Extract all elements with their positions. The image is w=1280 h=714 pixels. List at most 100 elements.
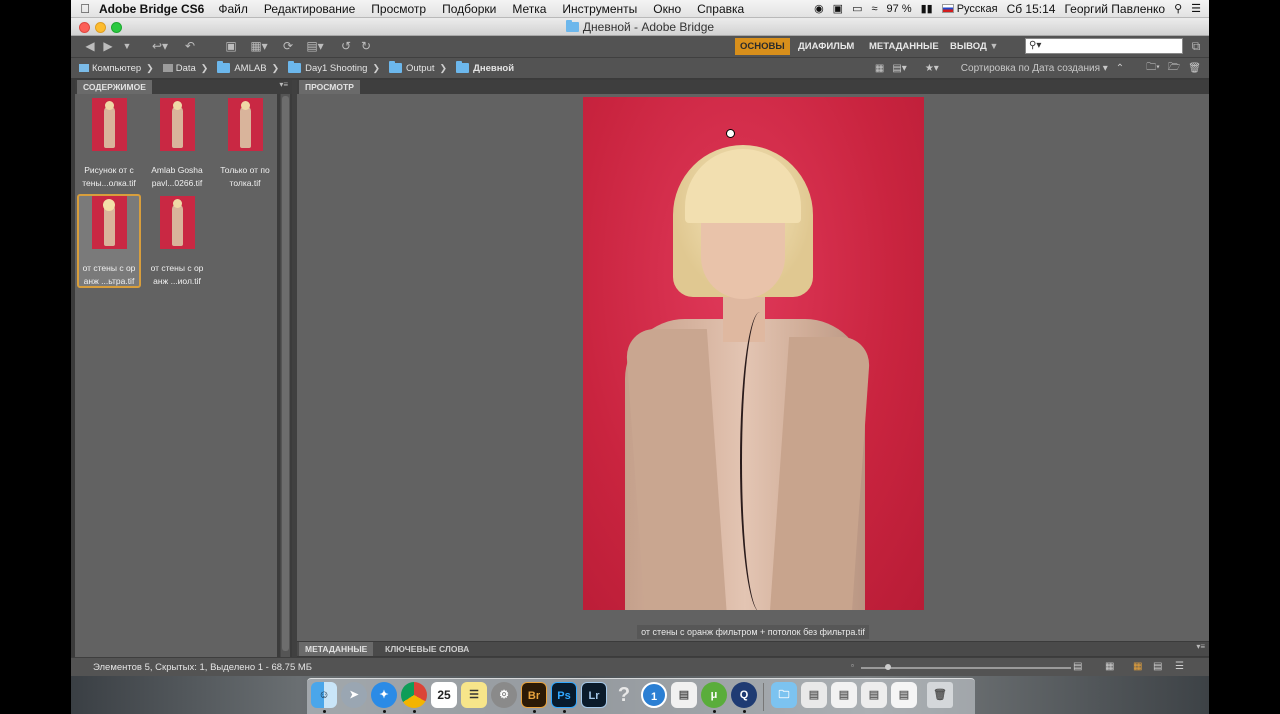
battery-icon[interactable]: ▮▮ — [921, 2, 933, 15]
launchpad-icon[interactable]: ➤ — [341, 682, 367, 708]
display-icon[interactable]: ▭ — [852, 2, 862, 15]
search-input[interactable]: ⚲▾ — [1025, 38, 1183, 54]
menu-label[interactable]: Метка — [512, 2, 546, 16]
workspace-filmstrip[interactable]: ДИАФИЛЬМ — [793, 38, 859, 55]
thumbnail-item[interactable]: от стены с ор анж ...иол.tif — [145, 194, 209, 288]
compact-mode-icon[interactable]: ⧉ — [1189, 39, 1203, 54]
menu-stacks[interactable]: Подборки — [442, 2, 496, 16]
forward-arrow-icon[interactable]: ▶ — [101, 39, 115, 54]
system-preferences-icon[interactable]: ⚙ — [491, 682, 517, 708]
clock[interactable]: Сб 15:14 — [1007, 2, 1056, 16]
content-scrollbar[interactable] — [280, 94, 290, 657]
workspace-menu-chevron-down-icon[interactable]: ▼ — [988, 39, 1000, 54]
new-folder-icon[interactable]: 🗁 — [1168, 60, 1180, 77]
menu-file[interactable]: Файл — [218, 2, 248, 16]
rotate-right-icon[interactable]: ↻ — [359, 39, 373, 54]
tab-content[interactable]: СОДЕРЖИМОЕ — [77, 80, 152, 94]
document-stack-icon[interactable]: ▤ — [801, 682, 827, 708]
rotate-left-icon[interactable]: ↺ — [339, 39, 353, 54]
reveal-recent-icon[interactable]: ↶ — [183, 39, 197, 54]
notification-center-icon[interactable]: ☰ — [1191, 2, 1201, 15]
camera-download-icon[interactable]: ▣ — [223, 39, 239, 54]
menu-help[interactable]: Справка — [697, 2, 744, 16]
app-menu[interactable]: Adobe Bridge CS6 — [99, 2, 204, 16]
evernote-status-icon[interactable]: ▣ — [833, 2, 843, 15]
sort-direction-icon[interactable]: ⌃ — [1116, 63, 1124, 74]
apple-icon[interactable]:  — [71, 1, 99, 16]
running-indicator — [713, 710, 716, 713]
refine-icon[interactable]: ▦▾ — [247, 39, 271, 54]
breadcrumb-item-data[interactable]: Data ❯ — [162, 63, 214, 74]
trash-icon[interactable]: 🗑 — [927, 682, 953, 708]
breadcrumb-item-output[interactable]: Output ❯ — [388, 61, 452, 74]
input-source[interactable]: Русская — [941, 3, 998, 15]
zoom-out-icon[interactable]: ▫ — [851, 661, 854, 670]
menu-view[interactable]: Просмотр — [371, 2, 426, 16]
finder-icon[interactable]: ☺ — [311, 682, 337, 708]
document-stack-icon[interactable]: ▤ — [891, 682, 917, 708]
panel-menu-icon[interactable]: ▾≡ — [1196, 642, 1205, 651]
calendar-icon[interactable]: 25 — [431, 682, 457, 708]
photoshop-app-icon[interactable]: Ps — [551, 682, 577, 708]
chrome-icon[interactable] — [401, 682, 427, 708]
thumbnail-item[interactable]: Amlab Gosha pavl...0266.tif — [145, 96, 209, 190]
star-filter-icon[interactable]: ★▾ — [925, 63, 939, 74]
tab-metadata[interactable]: МЕТАДАННЫЕ — [299, 642, 374, 656]
thumbnail-item[interactable]: Только от по толка.tif — [213, 96, 277, 190]
workspace-essentials[interactable]: ОСНОВЫ — [735, 38, 790, 55]
tab-preview[interactable]: ПРОСМОТР — [299, 80, 360, 94]
recent-dropdown-icon[interactable]: ▼ — [121, 39, 133, 54]
workspace-output[interactable]: ВЫВОД — [945, 38, 992, 55]
grid-lock-icon[interactable]: ▦ — [1105, 661, 1114, 672]
document-icon[interactable]: ▤ — [671, 682, 697, 708]
tab-keywords[interactable]: КЛЮЧЕВЫЕ СЛОВА — [379, 642, 475, 656]
thumbnail-view-icon[interactable]: ▦ — [1133, 661, 1142, 672]
window-title-text: Дневной - Adobe Bridge — [582, 20, 715, 34]
details-view-icon[interactable]: ▤ — [1153, 661, 1162, 672]
bridge-app-icon[interactable]: Br — [521, 682, 547, 708]
rotate-sync-icon[interactable]: ⟳ — [281, 39, 295, 54]
menu-edit[interactable]: Редактирование — [264, 2, 355, 16]
spotlight-icon[interactable]: ⚲ — [1174, 2, 1182, 15]
scrollbar-thumb[interactable] — [282, 96, 289, 651]
output-icon[interactable]: ▤▾ — [303, 39, 327, 54]
grid-view-dropdown-icon[interactable]: ▤▾ — [892, 63, 906, 74]
slider-knob[interactable] — [885, 664, 891, 670]
list-view-icon[interactable]: ☰ — [1175, 661, 1184, 672]
preview-image[interactable] — [583, 97, 924, 610]
menu-window[interactable]: Окно — [653, 2, 681, 16]
utorrent-icon[interactable]: μ — [701, 682, 727, 708]
wifi-icon[interactable]: ≈ — [871, 3, 877, 15]
quicktime-icon[interactable]: Q — [731, 682, 757, 708]
panel-menu-icon[interactable]: ▾≡ — [279, 80, 288, 89]
breadcrumb-item-computer[interactable]: Компьютер ❯ — [79, 63, 159, 74]
creative-cloud-icon[interactable]: ◉ — [814, 2, 824, 15]
user-name[interactable]: Георгий Павленко — [1064, 2, 1165, 16]
breadcrumb-item-dnevnoy[interactable]: Дневной — [456, 61, 514, 74]
document-stack-icon[interactable]: ▤ — [861, 682, 887, 708]
1password-icon[interactable]: 1 — [641, 682, 667, 708]
breadcrumb-item-amlab[interactable]: AMLAB ❯ — [217, 61, 284, 74]
open-recent-folder-icon[interactable]: 🗀▾ — [1146, 60, 1160, 77]
quality-icon[interactable]: ▦ — [875, 63, 884, 74]
breadcrumb-item-day1-shooting[interactable]: Day1 Shooting ❯ — [288, 61, 385, 74]
menu-tools[interactable]: Инструменты — [562, 2, 637, 16]
workspace-metadata[interactable]: МЕТАДАННЫЕ — [864, 38, 944, 55]
thumbnail-size-slider[interactable] — [861, 664, 1071, 670]
lightroom-app-icon[interactable]: Lr — [581, 682, 607, 708]
preview-caption-text: от стены с оранж фильтром + потолок без … — [637, 625, 869, 639]
folder-stack-icon[interactable]: 🗀 — [771, 682, 797, 708]
trash-icon[interactable]: 🗑 — [1188, 63, 1201, 74]
drive-icon — [162, 64, 173, 72]
thumbnail-item-selected[interactable]: от стены с ор анж ...ьтра.tif — [77, 194, 141, 288]
help-icon[interactable]: ? — [611, 682, 637, 708]
sort-dropdown[interactable]: Сортировка по Дата создания ▾ — [961, 63, 1108, 74]
battery-percent[interactable]: 97 % — [887, 3, 912, 15]
safari-icon[interactable]: ✦ — [371, 682, 397, 708]
boomerang-icon[interactable]: ↩▾ — [149, 39, 171, 54]
document-stack-icon[interactable]: ▤ — [831, 682, 857, 708]
thumbnail-item[interactable]: Рисунок от с тены...олка.tif — [77, 96, 141, 190]
notes-icon[interactable]: ☰ — [461, 682, 487, 708]
zoom-in-icon[interactable]: ▤ — [1073, 661, 1082, 672]
back-arrow-icon[interactable]: ◀ — [83, 39, 97, 54]
